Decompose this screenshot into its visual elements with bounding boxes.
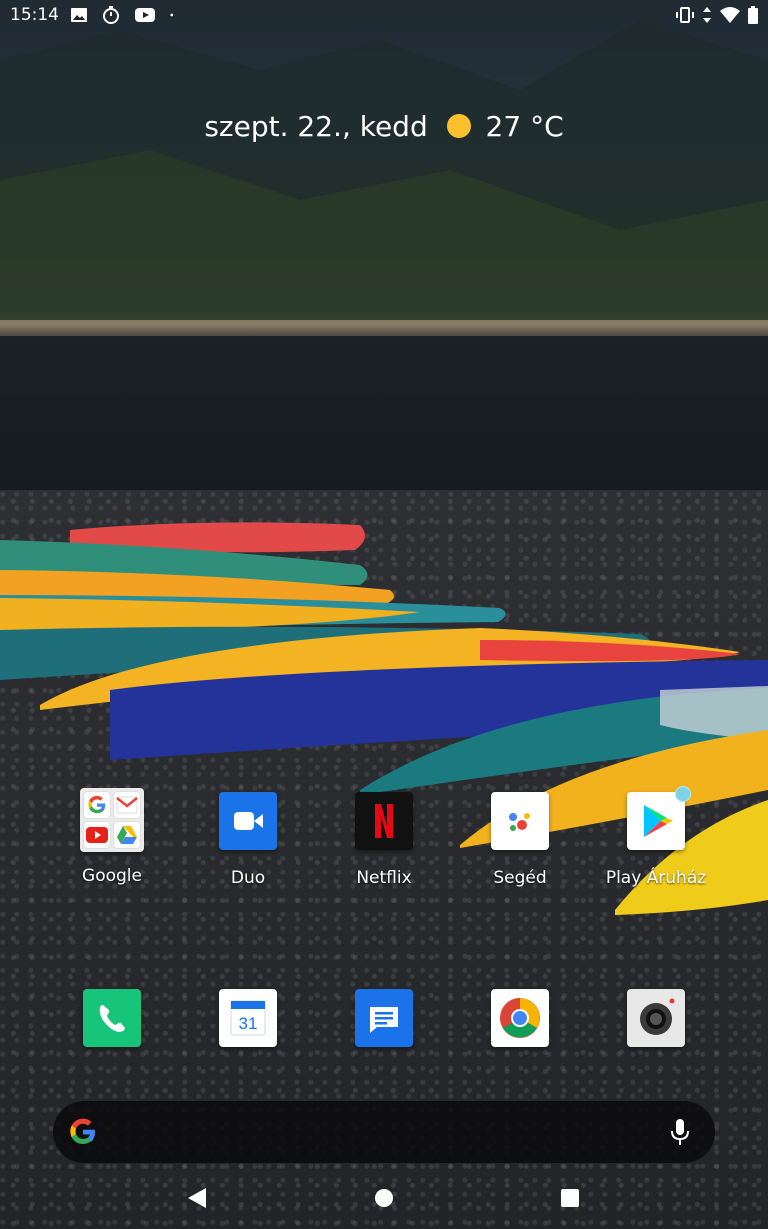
dock-calendar[interactable]: 31 (180, 989, 316, 1047)
back-icon[interactable] (186, 1186, 208, 1210)
calendar-day: 31 (239, 1014, 258, 1033)
home-icon[interactable] (373, 1187, 395, 1209)
status-icons-left (70, 6, 178, 24)
recents-icon[interactable] (560, 1188, 580, 1208)
calendar-icon: 31 (219, 989, 277, 1047)
timer-icon (103, 6, 119, 24)
at-a-glance-widget[interactable]: szept. 22., kedd 27 °C (0, 110, 768, 143)
google-g-icon[interactable] (67, 1116, 99, 1148)
status-bar: 15:14 (0, 0, 768, 32)
drive-mini-icon (114, 822, 140, 848)
app-label: Segéd (493, 868, 547, 888)
google-search-bar[interactable] (53, 1101, 715, 1163)
app-label: Duo (230, 868, 266, 888)
temperature-text[interactable]: 27 °C (486, 110, 564, 143)
camera-icon (627, 989, 685, 1047)
app-netflix[interactable]: Netflix (316, 792, 452, 888)
wifi-icon (720, 7, 740, 23)
youtube-mini-icon (84, 822, 110, 848)
duo-icon (219, 792, 277, 850)
mic-icon[interactable] (669, 1118, 691, 1146)
dock-chrome[interactable] (452, 989, 588, 1047)
dock-camera[interactable] (588, 989, 724, 1047)
dock-phone[interactable] (44, 989, 180, 1047)
dock-messages[interactable] (316, 989, 452, 1047)
youtube-icon (135, 8, 155, 22)
navigation-bar (0, 1170, 768, 1229)
netflix-icon (355, 792, 413, 850)
image-icon (71, 8, 87, 22)
notification-dot (675, 786, 691, 802)
google-folder-icon (80, 788, 144, 852)
play-store-icon (627, 786, 691, 850)
google-mini-icon (84, 792, 110, 818)
app-label: Google (82, 866, 142, 886)
app-duo[interactable]: Duo (180, 792, 316, 888)
dot-icon (170, 13, 174, 17)
assistant-icon (491, 792, 549, 850)
gmail-mini-icon (114, 792, 140, 818)
app-label: Netflix (356, 868, 412, 888)
sun-icon (446, 114, 471, 138)
home-screen: 15:14 szept. 22., kedd 27 °C Google Duo … (0, 0, 768, 1229)
phone-icon (83, 989, 141, 1047)
status-icons-right (676, 6, 758, 24)
date-text[interactable]: szept. 22., kedd (204, 110, 427, 143)
battery-icon (748, 6, 758, 24)
app-google-folder[interactable]: Google (44, 788, 180, 886)
app-assistant[interactable]: Segéd (452, 792, 588, 888)
status-time: 15:14 (10, 5, 59, 25)
app-label: Play Áruház (605, 868, 707, 888)
app-play-store[interactable]: Play Áruház (588, 786, 724, 888)
chrome-icon (491, 989, 549, 1047)
messages-icon (355, 989, 413, 1047)
vibrate-icon (676, 7, 694, 23)
data-arrows-icon (703, 7, 711, 23)
